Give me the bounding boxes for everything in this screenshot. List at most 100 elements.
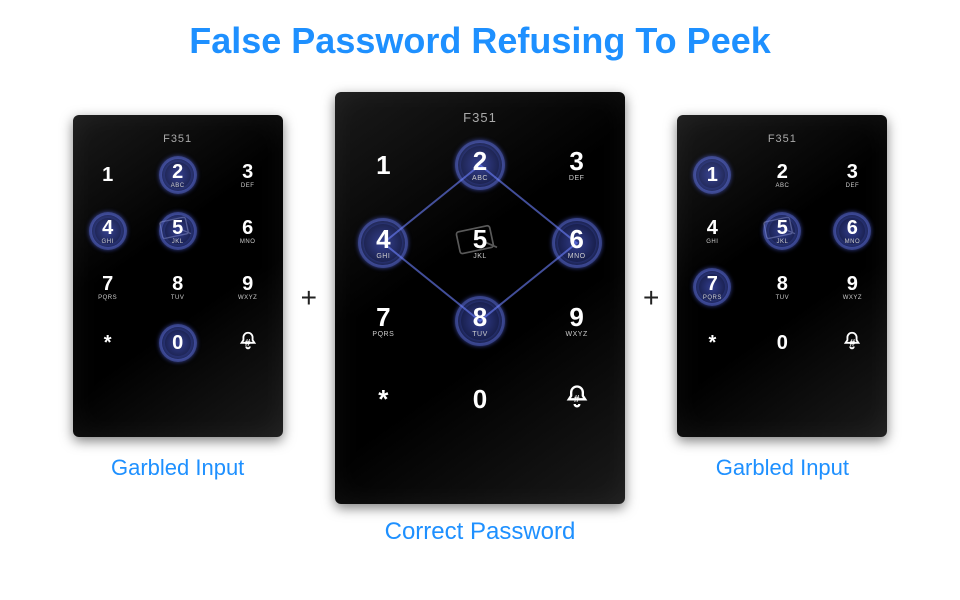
key-sublabel: WXYZ xyxy=(238,295,257,301)
keypad-key[interactable]: 9WXYZ xyxy=(213,267,283,307)
keypad-key[interactable]: 5JKL xyxy=(143,211,213,251)
keypad-key[interactable]: 4GHI xyxy=(335,217,432,269)
key-sublabel: ABC xyxy=(472,175,488,182)
page-title: False Password Refusing To Peek xyxy=(0,0,960,62)
key-sublabel: GHI xyxy=(102,239,114,245)
key-sublabel: PQRS xyxy=(703,295,722,301)
keypad-key[interactable]: 5JKL xyxy=(432,217,529,269)
key-digit: 8 xyxy=(777,274,788,294)
key-digit: 6 xyxy=(847,218,858,238)
key-digit: * xyxy=(104,333,112,353)
key-digit: 5 xyxy=(473,226,487,252)
key-sublabel: DEF xyxy=(846,183,860,189)
key-sublabel: MNO xyxy=(845,239,861,245)
key-grid: 12ABC3DEF4GHI5JKL6MNO7PQRS8TUV9WXYZ*0# xyxy=(659,155,905,363)
key-digit: 8 xyxy=(172,274,183,294)
key-digit: 0 xyxy=(473,386,487,412)
right-column: F351 12ABC3DEF4GHI5JKL6MNO7PQRS8TUV9WXYZ… xyxy=(677,115,887,481)
keypad-key[interactable]: 8TUV xyxy=(747,267,817,307)
key-digit: # xyxy=(574,394,580,405)
keypad-key[interactable]: 4GHI xyxy=(677,211,747,251)
key-sublabel: JKL xyxy=(473,253,487,260)
key-sublabel: PQRS xyxy=(372,331,394,338)
key-digit: 4 xyxy=(707,218,718,238)
key-digit: 9 xyxy=(569,304,583,330)
keypad-key[interactable]: * xyxy=(335,373,432,425)
keypad-key[interactable]: 5JKL xyxy=(747,211,817,251)
key-digit: 1 xyxy=(102,165,113,185)
keypad-key[interactable]: 7PQRS xyxy=(677,267,747,307)
model-label: F351 xyxy=(463,110,497,125)
key-digit: 2 xyxy=(777,162,788,182)
keypad-row: F351 12ABC3DEF4GHI5JKL6MNO7PQRS8TUV9WXYZ… xyxy=(0,92,960,504)
keypad-key[interactable]: 4GHI xyxy=(73,211,143,251)
key-sublabel: ABC xyxy=(171,183,185,189)
keypad-key[interactable]: 8TUV xyxy=(143,267,213,307)
keypad-key[interactable]: 1 xyxy=(335,139,432,191)
key-sublabel: JKL xyxy=(776,239,788,245)
key-digit: 6 xyxy=(569,226,583,252)
key-digit: 3 xyxy=(242,162,253,182)
key-digit: # xyxy=(850,338,856,349)
left-column: F351 12ABC3DEF4GHI5JKL6MNO7PQRS8TUV9WXYZ… xyxy=(73,115,283,481)
key-sublabel: MNO xyxy=(568,253,586,260)
model-label: F351 xyxy=(768,133,797,145)
keypad-key[interactable]: 0 xyxy=(747,323,817,363)
caption-right: Garbled Input xyxy=(716,455,849,481)
keypad-key[interactable]: 3DEF xyxy=(528,139,625,191)
keypad-key[interactable]: 7PQRS xyxy=(335,295,432,347)
key-digit: 3 xyxy=(847,162,858,182)
keypad-key[interactable]: # xyxy=(213,323,283,363)
key-sublabel: JKL xyxy=(172,239,184,245)
key-sublabel: ABC xyxy=(775,183,789,189)
keypad-key[interactable]: 9WXYZ xyxy=(817,267,887,307)
caption-center: Correct Password xyxy=(0,518,960,546)
caption-left: Garbled Input xyxy=(111,455,244,481)
keypad-center: F351 12ABC3DEF4GHI5JKL6MNO7PQRS8TUV9WXYZ… xyxy=(335,92,625,504)
keypad-key[interactable]: 1 xyxy=(677,155,747,195)
key-digit: 2 xyxy=(473,148,487,174)
keypad-key[interactable]: 7PQRS xyxy=(73,267,143,307)
key-digit: 7 xyxy=(376,304,390,330)
keypad-key[interactable]: 6MNO xyxy=(528,217,625,269)
keypad-key[interactable]: 1 xyxy=(73,155,143,195)
keypad-key[interactable]: 0 xyxy=(143,323,213,363)
keypad-key[interactable]: * xyxy=(677,323,747,363)
keypad-left: F351 12ABC3DEF4GHI5JKL6MNO7PQRS8TUV9WXYZ… xyxy=(73,115,283,437)
keypad-key[interactable]: # xyxy=(817,323,887,363)
key-digit: # xyxy=(245,338,251,349)
key-digit: * xyxy=(378,386,388,412)
keypad-key[interactable]: 3DEF xyxy=(213,155,283,195)
key-digit: 5 xyxy=(777,218,788,238)
key-digit: 6 xyxy=(242,218,253,238)
key-digit: 2 xyxy=(172,162,183,182)
keypad-key[interactable]: # xyxy=(528,373,625,425)
keypad-key[interactable]: 8TUV xyxy=(432,295,529,347)
key-sublabel: WXYZ xyxy=(566,331,588,338)
keypad-key[interactable]: * xyxy=(73,323,143,363)
model-label: F351 xyxy=(163,133,192,145)
key-digit: 0 xyxy=(172,333,183,353)
keypad-key[interactable]: 2ABC xyxy=(747,155,817,195)
keypad-key[interactable]: 6MNO xyxy=(213,211,283,251)
key-digit: 5 xyxy=(172,218,183,238)
key-digit: 9 xyxy=(242,274,253,294)
keypad-key[interactable]: 0 xyxy=(432,373,529,425)
key-digit: 1 xyxy=(376,152,390,178)
key-sublabel: TUV xyxy=(472,331,488,338)
keypad-key[interactable]: 2ABC xyxy=(432,139,529,191)
key-digit: 3 xyxy=(569,148,583,174)
key-digit: 1 xyxy=(707,165,718,185)
key-digit: 9 xyxy=(847,274,858,294)
key-digit: 7 xyxy=(707,274,718,294)
key-sublabel: DEF xyxy=(241,183,255,189)
key-digit: 4 xyxy=(102,218,113,238)
key-sublabel: PQRS xyxy=(98,295,117,301)
key-digit: 8 xyxy=(473,304,487,330)
key-digit: 0 xyxy=(777,333,788,353)
keypad-key[interactable]: 3DEF xyxy=(817,155,887,195)
key-digit: 7 xyxy=(102,274,113,294)
keypad-key[interactable]: 9WXYZ xyxy=(528,295,625,347)
keypad-key[interactable]: 6MNO xyxy=(817,211,887,251)
keypad-key[interactable]: 2ABC xyxy=(143,155,213,195)
